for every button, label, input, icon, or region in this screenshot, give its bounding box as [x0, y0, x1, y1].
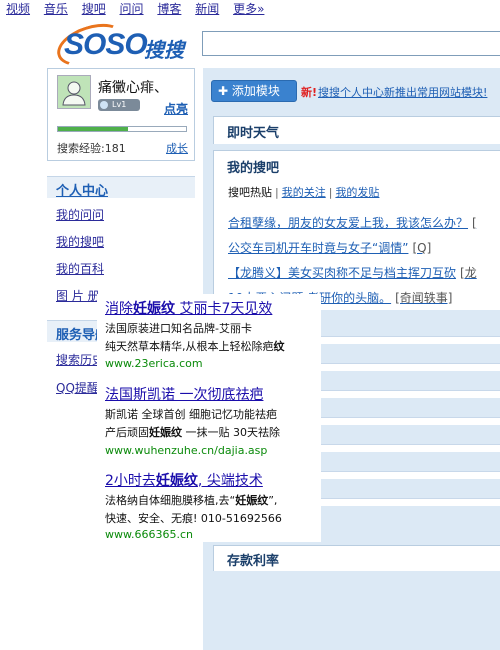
level-badge: Lv1 [98, 99, 140, 111]
post-link[interactable]: 合租孽缘，朋友的女友爱上我，我该怎么办？[ [228, 214, 477, 231]
menu-item-photo-album[interactable]: 图 片 册 [56, 287, 100, 304]
plus-icon: ✚ [218, 84, 229, 98]
level-text: Lv1 [112, 100, 127, 109]
new-feature-link[interactable]: 搜搜个人中心新推出常用网站模块! [318, 84, 487, 100]
nav-blog[interactable]: 博客 [157, 2, 181, 16]
ad-description: 快速、安全、无痕! 010-51692566 [105, 512, 282, 525]
ad-headline[interactable]: 2小时去妊娠纹, 尖端技术 [105, 470, 263, 490]
add-module-button[interactable]: ✚ 添加模块 [211, 80, 297, 102]
logo-brand: SOSO [64, 28, 148, 61]
avatar[interactable] [57, 75, 91, 109]
nav-more[interactable]: 更多» [233, 2, 264, 16]
menu-item-my-soba[interactable]: 我的搜吧 [56, 233, 104, 250]
ad-url[interactable]: www.wuhenzuhe.cn/dajia.asp [105, 444, 267, 457]
ad-headline[interactable]: 法国斯凯诺 一次彻底祛疤 [105, 384, 263, 404]
tab-hot-posts[interactable]: 搜吧热贴 [228, 186, 272, 199]
nav-news[interactable]: 新闻 [195, 2, 219, 16]
tab-my-posts[interactable]: 我的发贴 [335, 186, 379, 199]
user-silhouette-icon [62, 81, 86, 106]
nav-music[interactable]: 音乐 [44, 2, 68, 16]
personal-center-header[interactable]: 个人中心 [47, 176, 195, 199]
ad-description: 法国原装进口知名品牌-艾丽卡 [105, 322, 252, 335]
ad-description: 纯天然草本精华,从根本上轻松除疤纹 [105, 340, 285, 353]
ad-url[interactable]: www.666365.cn [105, 528, 193, 541]
post-link[interactable]: 公交车司机开车时竟与女子“调情” [Q] [228, 239, 431, 256]
menu-item-my-baike[interactable]: 我的百科 [56, 260, 104, 277]
soso-logo[interactable]: SOSO 搜搜 [51, 16, 196, 74]
weather-title: 即时天气 [227, 126, 280, 141]
menu-item-qq-reminder[interactable]: QQ提醒 [56, 379, 99, 396]
deposit-rate-title: 存款利率 [227, 554, 280, 569]
experience-bar-fill [58, 127, 129, 131]
deposit-rate-panel: 存款利率 [213, 545, 500, 571]
add-module-label: 添加模块 [231, 84, 280, 98]
experience-bar [57, 126, 187, 132]
ad-description: 法格纳自体细胞膜移植,去“妊娠纹”, [105, 494, 278, 507]
menu-item-my-wenwen[interactable]: 我的问问 [56, 206, 104, 223]
new-tag: 新! [301, 86, 318, 99]
my-soba-title: 我的搜吧 [227, 161, 280, 176]
post-link[interactable]: 【龙腾义】美女买肉称不足与档主挥刀互砍 [龙 [228, 264, 477, 281]
soba-tabs: 搜吧热贴 | 我的关注 | 我的发贴 [228, 186, 380, 199]
username: 痛黴心痱、 [98, 80, 168, 96]
nav-wenwen[interactable]: 问问 [120, 2, 144, 16]
nav-soba[interactable]: 搜吧 [82, 2, 106, 16]
my-soba-panel: 我的搜吧 搜吧热贴 | 我的关注 | 我的发贴 合租孽缘，朋友的女友爱上我，我该怎么办？… [213, 150, 500, 310]
light-up-link[interactable]: 点亮 [164, 100, 188, 117]
ad-description: 斯凯诺 全球首创 细胞记忆功能祛疤 [105, 408, 277, 421]
ad-url[interactable]: www.23erica.com [105, 357, 203, 370]
ad-description: 产后顽固妊娠纹 一抹一贴 30天祛除 [105, 426, 280, 439]
top-nav: 视频 音乐 搜吧 问问 博客 新闻 更多» [6, 0, 274, 18]
level-icon [100, 101, 108, 109]
weather-panel: 即时天气 [213, 116, 500, 144]
nav-video[interactable]: 视频 [6, 2, 30, 16]
search-input[interactable] [202, 31, 500, 56]
profile-card: 痛黴心痱、 Lv1 点亮 搜索经验:181 成长 [47, 68, 195, 161]
ad-headline[interactable]: 消除妊娠纹 艾丽卡7天见效 [105, 298, 272, 318]
ad-popup: 消除妊娠纹 艾丽卡7天见效 法国原装进口知名品牌-艾丽卡 纯天然草本精华,从根本… [97, 294, 321, 542]
experience-label: 搜索经验:181 [57, 142, 126, 155]
logo-cn: 搜搜 [144, 38, 184, 62]
grow-link[interactable]: 成长 [166, 140, 188, 156]
personal-center-label: 个人中心 [56, 184, 109, 199]
tab-my-follow[interactable]: 我的关注 [282, 186, 326, 199]
